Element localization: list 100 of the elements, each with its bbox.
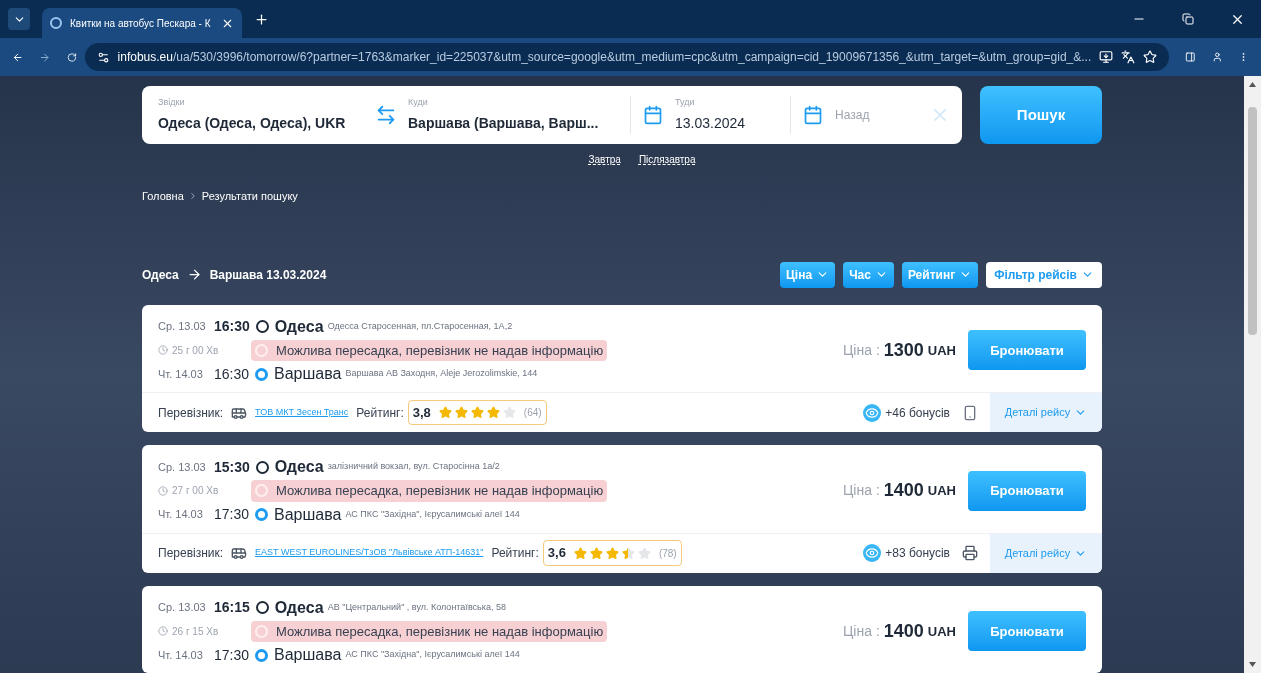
transfer-notice-text: Можлива пересадка, перевізник не надав інформацію: [276, 482, 604, 500]
site-settings-icon[interactable]: [96, 50, 110, 64]
address-bar[interactable]: infobus.eu/ua/530/3996/tomorrow/6?partner=1763&marker_id=225037&utm_source=google&utm_medium=cpc&utm_campaign=cid_19009671356_&utm_target=&utm_group=gid_&...: [84, 43, 1170, 71]
depart-date-field[interactable]: Туди 13.03.2024: [630, 96, 790, 134]
calendar-icon: [643, 105, 663, 125]
departure-date: Ср. 13.03: [158, 459, 207, 475]
rating-label: Рейтинг:: [491, 545, 539, 562]
star-icon: [486, 406, 500, 419]
tab-menu-button[interactable]: [8, 8, 30, 30]
star-icon: [605, 546, 619, 560]
departure-date: Ср. 13.03: [158, 319, 207, 335]
arrival-city: Варшава: [274, 645, 342, 665]
new-tab-icon[interactable]: [254, 11, 269, 27]
book-button[interactable]: Бронювати: [968, 330, 1086, 371]
arrival-city: Варшава: [274, 504, 342, 525]
carrier-label: Перевізник:: [158, 404, 224, 422]
clock-icon: [158, 626, 168, 637]
book-button[interactable]: Бронювати: [968, 611, 1086, 652]
side-panel-icon[interactable]: [1185, 50, 1196, 64]
scroll-down-icon[interactable]: [1249, 662, 1256, 667]
arrival-point-icon: [255, 648, 269, 662]
star-icon: [438, 406, 452, 419]
transfer-notice-text: Можлива пересадка, перевізник не надав інформацію: [276, 622, 604, 641]
from-field[interactable]: Звідки Одеса (Одеса, Одеса), UKR: [142, 95, 372, 135]
departure-point-icon: [255, 601, 269, 614]
details-button[interactable]: Деталі рейсу: [990, 533, 1102, 573]
departure-city: Одеса: [274, 597, 324, 618]
scrollbar[interactable]: [1244, 76, 1261, 673]
carrier-link[interactable]: ТОВ МКТ Зесен Транс: [255, 405, 349, 420]
arrival-time: 16:30: [214, 364, 250, 384]
breadcrumb-link[interactable]: Результати пошуку: [201, 188, 298, 205]
profile-icon[interactable]: [1211, 50, 1223, 64]
search-button[interactable]: Пошук: [980, 86, 1102, 144]
browser-tab[interactable]: Квитки на автобус Пескара - К: [42, 8, 242, 38]
arrival-stop: Варшава АВ Заходня, Aleje Jerozolimskie, 144: [345, 367, 538, 381]
departure-time: 16:30: [214, 317, 250, 336]
url-host: infobus.eu: [117, 50, 173, 64]
printer-icon: [962, 545, 978, 561]
filter-button[interactable]: Фільтр рейсів: [986, 261, 1102, 288]
scrollbar-thumb[interactable]: [1248, 107, 1257, 335]
currency: UAH: [927, 622, 956, 641]
trip-duration: 25 г 00 Хв: [172, 343, 219, 358]
price: 1400: [883, 619, 924, 643]
carrier-label: Перевізник:: [158, 545, 224, 562]
sort-button[interactable]: Рейтинг: [901, 261, 979, 288]
scroll-up-icon[interactable]: [1249, 82, 1256, 87]
arrival-stop: АС ПКС "Західна", Ієрусалимські алеї 144: [345, 507, 520, 521]
quick-date-link[interactable]: Післязавтра: [638, 152, 696, 167]
departure-date: Ср. 13.03: [158, 600, 207, 616]
rating-value: 3,6: [547, 544, 566, 563]
arrival-time: 17:30: [214, 505, 250, 524]
depart-label: Туди: [675, 95, 696, 109]
reload-icon[interactable]: [66, 50, 77, 64]
star-icon: [637, 546, 651, 560]
to-field[interactable]: Куди Варшава (Варшава, Варш...: [400, 95, 630, 135]
star-icon: [589, 546, 603, 560]
breadcrumb-link[interactable]: Головна: [142, 188, 184, 205]
star-icon: [502, 406, 516, 419]
transfer-notice-text: Можлива пересадка, перевізник не надав інформацію: [276, 341, 604, 360]
price: 1400: [883, 479, 924, 503]
bookmark-icon[interactable]: [1143, 50, 1158, 64]
star-icon: [470, 406, 484, 419]
review-count: (64): [523, 406, 542, 420]
quick-date-link[interactable]: Завтра: [588, 152, 621, 167]
star-icon: [621, 546, 635, 560]
departure-point-icon: [255, 460, 269, 474]
route-arrow-icon: [186, 267, 202, 282]
rating-value: 3,8: [412, 403, 431, 422]
depart-value: 13.03.2024: [675, 114, 746, 134]
return-date-field[interactable]: Назад: [835, 106, 918, 124]
arrival-time: 17:30: [214, 645, 250, 665]
restore-icon[interactable]: [1182, 13, 1194, 25]
book-button[interactable]: Бронювати: [968, 470, 1086, 511]
departure-stop: Одесса Старосенная, пл.Старосенная, 1А,2: [327, 319, 513, 333]
sort-button[interactable]: Ціна: [780, 261, 836, 288]
tab-title: Квитки на автобус Пескара - К: [70, 16, 212, 31]
to-value: Варшава (Варшава, Варш...: [408, 114, 600, 134]
departure-city: Одеса: [274, 457, 324, 477]
trip-duration: 27 г 00 Хв: [172, 484, 219, 499]
departure-time: 15:30: [214, 457, 250, 477]
bus-icon: [231, 545, 248, 561]
details-button[interactable]: Деталі рейсу: [990, 393, 1102, 432]
trip-duration: 26 г 15 Хв: [172, 624, 219, 639]
to-label: Куди: [408, 95, 429, 109]
price-label: Ціна :: [843, 621, 880, 641]
bonus-count: +46 бонусів: [885, 404, 950, 422]
star-icon: [573, 546, 587, 560]
departure-point-icon: [255, 320, 269, 333]
swap-icon[interactable]: [375, 104, 397, 126]
install-icon[interactable]: [1099, 50, 1114, 64]
arrival-point-icon: [255, 508, 269, 521]
currency: UAH: [927, 341, 956, 360]
carrier-link[interactable]: EAST WEST EUROLINES/ТзОВ "Львівське АТП-14631": [255, 546, 484, 560]
from-value: Одеса (Одеса, Одеса), UKR: [158, 114, 347, 134]
departure-city: Одеса: [274, 316, 324, 337]
translate-icon[interactable]: [1121, 50, 1136, 64]
transfer-point-icon: [255, 484, 268, 498]
price-label: Ціна :: [843, 481, 880, 501]
sort-button[interactable]: Час: [843, 261, 894, 288]
arrival-stop: АС ПКС "Західна", Ієрусалимські алеї 144: [345, 648, 520, 662]
